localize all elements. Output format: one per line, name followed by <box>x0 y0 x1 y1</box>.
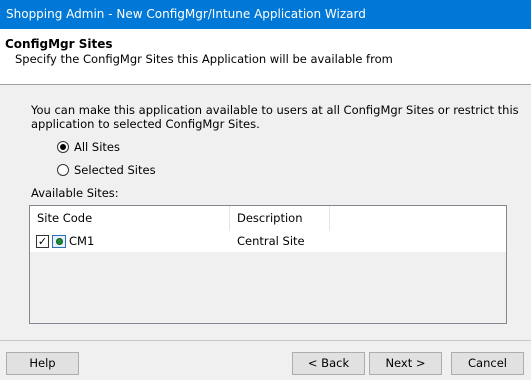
description-text: You can make this application available … <box>31 103 519 131</box>
sites-listview[interactable]: Site Code Description ✓ CM1 Central Site <box>29 205 507 324</box>
column-header-description[interactable]: Description <box>230 206 330 231</box>
next-button[interactable]: Next > <box>369 352 442 375</box>
all-sites-label[interactable]: All Sites <box>74 140 120 154</box>
available-sites-label: Available Sites: <box>31 186 119 200</box>
cancel-button[interactable]: Cancel <box>451 352 524 375</box>
selected-sites-radio[interactable]: Selected Sites <box>57 163 156 177</box>
page-title: ConfigMgr Sites <box>5 37 113 51</box>
site-description-cell: Central Site <box>237 234 305 248</box>
listview-header: Site Code Description <box>30 206 506 231</box>
footer-divider <box>0 340 531 341</box>
all-sites-radio[interactable]: All Sites <box>57 140 120 154</box>
help-button[interactable]: Help <box>6 352 79 375</box>
table-row[interactable]: ✓ CM1 Central Site <box>30 231 506 252</box>
site-server-icon <box>52 235 66 248</box>
selected-sites-label[interactable]: Selected Sites <box>74 163 156 177</box>
back-button[interactable]: < Back <box>292 352 365 375</box>
wizard-header: ConfigMgr Sites Specify the ConfigMgr Si… <box>0 29 531 84</box>
radio-checked-icon[interactable] <box>57 141 69 153</box>
window-titlebar: Shopping Admin - New ConfigMgr/Intune Ap… <box>0 0 531 29</box>
page-subtitle: Specify the ConfigMgr Sites this Applica… <box>15 52 393 66</box>
row-checkbox[interactable]: ✓ <box>36 235 49 248</box>
site-code-cell: CM1 <box>69 234 95 248</box>
radio-unchecked-icon[interactable] <box>57 164 69 176</box>
window-title: Shopping Admin - New ConfigMgr/Intune Ap… <box>6 7 366 21</box>
column-header-site-code[interactable]: Site Code <box>30 206 230 231</box>
header-divider <box>0 84 531 85</box>
